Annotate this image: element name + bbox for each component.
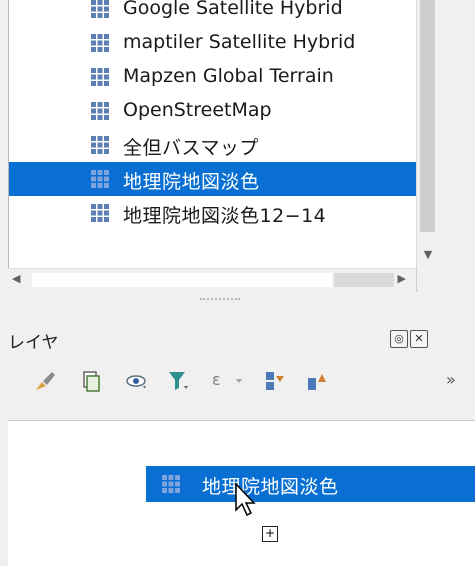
tree-item-openstreetmap[interactable]: OpenStreetMap	[9, 94, 417, 128]
tree-item-zentan-bus-map[interactable]: 全但バスマップ	[9, 128, 417, 162]
vertical-scroll-thumb[interactable]	[420, 0, 435, 232]
tree-item-label: Google Satellite Hybrid	[123, 0, 343, 19]
grid-icon	[91, 170, 109, 188]
paint-brush-icon[interactable]	[32, 368, 58, 394]
scroll-left-arrow-icon[interactable]: ◀	[12, 272, 20, 285]
tree-item-label: 地理院地図淡色12−14	[123, 205, 327, 227]
tree-item-google-satellite-hybrid[interactable]: Google Satellite Hybrid	[9, 0, 417, 26]
tree-item-label: 地理院地図淡色	[123, 171, 260, 193]
add-group-icon[interactable]	[78, 368, 104, 394]
grid-icon	[91, 136, 109, 154]
horizontal-scroll-thumb[interactable]	[334, 273, 394, 287]
scroll-right-arrow-icon[interactable]: ▶	[398, 272, 406, 285]
scroll-down-arrow-icon[interactable]: ▼	[417, 240, 439, 268]
grid-icon	[91, 204, 109, 222]
grid-icon	[91, 102, 109, 120]
expression-filter-icon[interactable]: ε	[212, 370, 221, 389]
more-tools-icon[interactable]: »	[446, 370, 456, 389]
grid-icon	[91, 34, 109, 52]
collapse-all-icon[interactable]	[304, 368, 330, 394]
tree-item-label: Mapzen Global Terrain	[123, 65, 334, 87]
layers-toolbar: ε »	[0, 360, 475, 400]
expand-all-icon[interactable]	[262, 368, 288, 394]
plus-icon: +	[262, 526, 278, 542]
tree-item-gsi-pale-map[interactable]: 地理院地図淡色	[9, 162, 417, 196]
close-panel-icon[interactable]: ✕	[410, 330, 428, 348]
vertical-scrollbar[interactable]: ▼	[416, 0, 439, 290]
tree-item-label: maptiler Satellite Hybrid	[123, 31, 356, 53]
tree-item-gsi-pale-map-12-14[interactable]: 地理院地図淡色12−14	[9, 196, 417, 230]
float-panel-icon[interactable]: ◎	[390, 330, 408, 348]
cursor-icon	[235, 482, 256, 517]
tree-item-mapzen-global-terrain[interactable]: Mapzen Global Terrain	[9, 60, 417, 94]
eye-icon[interactable]	[124, 368, 150, 394]
tree-item-label: 全但バスマップ	[123, 137, 259, 159]
filter-icon[interactable]	[166, 368, 192, 394]
horizontal-scrollbar[interactable]: ◀ ▶	[8, 268, 417, 291]
grid-icon	[162, 475, 180, 493]
drag-ghost-item: 地理院地図淡色	[146, 466, 475, 502]
browser-panel: Google Satellite Hybrid maptiler Satelli…	[8, 0, 418, 291]
panel-splitter-handle[interactable]	[200, 298, 240, 303]
expression-dropdown-icon[interactable]	[228, 368, 254, 394]
horizontal-scroll-track[interactable]	[32, 273, 332, 287]
layers-panel-title: レイヤ	[8, 333, 59, 353]
grid-icon	[91, 0, 109, 18]
grid-icon	[91, 68, 109, 86]
tree-item-maptiler-satellite-hybrid[interactable]: maptiler Satellite Hybrid	[9, 26, 417, 60]
tree-item-label: OpenStreetMap	[123, 99, 272, 121]
